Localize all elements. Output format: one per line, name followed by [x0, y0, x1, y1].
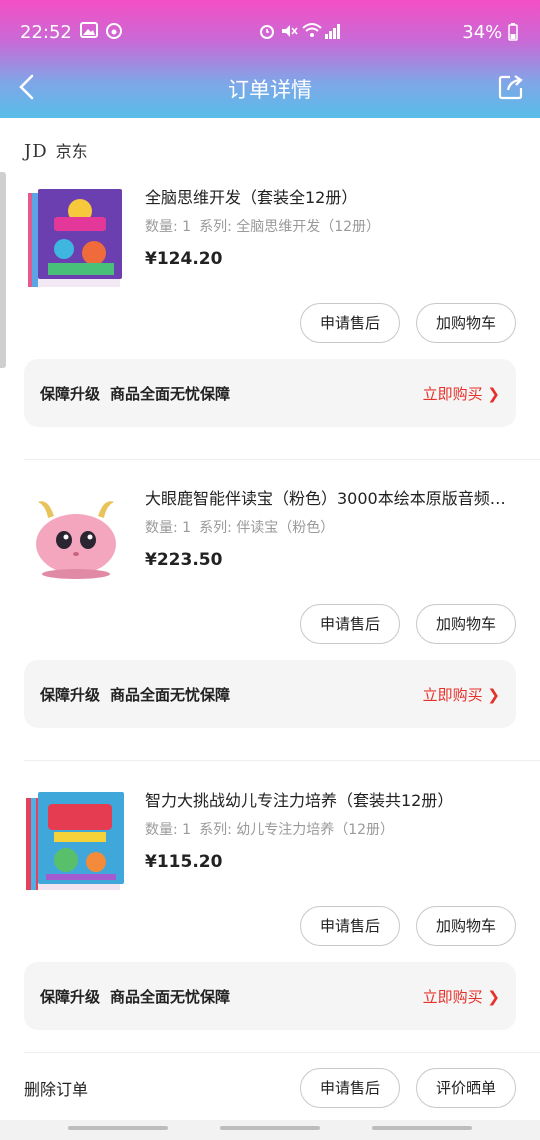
product-name[interactable]: 智力大挑战幼儿专注力培养（套装共12册） — [145, 790, 515, 812]
protection-upgrade-card[interactable]: 保障升级 商品全面无忧保障 立即购买 ❯ — [24, 962, 516, 1030]
series-label: 系列: 伴读宝（粉色） — [199, 520, 335, 536]
wifi-icon — [302, 22, 322, 45]
gallery-icon — [80, 22, 98, 43]
order-item: 大眼鹿智能伴读宝（粉色）3000本绘本原版音频… 数量: 1 系列: 伴读宝（粉色… — [0, 488, 540, 788]
sync-icon — [105, 22, 123, 45]
mute-icon — [280, 22, 298, 45]
product-meta: 数量: 1 系列: 伴读宝（粉色） — [145, 518, 334, 538]
product-image-books[interactable] — [24, 187, 128, 291]
order-item: 全脑思维开发（套装全12册） 数量: 1 系列: 全脑思维开发（12册） ¥124… — [0, 187, 540, 487]
order-item: 智力大挑战幼儿专注力培养（套装共12册） 数量: 1 系列: 幼儿专注力培养（12… — [0, 790, 540, 1090]
page-title: 订单详情 — [228, 78, 312, 102]
quantity-label: 数量: 1 — [145, 219, 192, 235]
add-to-cart-button[interactable]: 加购物车 — [416, 906, 516, 946]
buy-now-link[interactable]: 立即购买 ❯ — [423, 684, 500, 705]
app-header: 22:52 34% 订单详情 — [0, 0, 540, 118]
product-name[interactable]: 全脑思维开发（套装全12册） — [145, 187, 515, 209]
status-time: 22:52 — [20, 22, 72, 43]
item-divider — [24, 760, 540, 761]
protection-desc: 商品全面无忧保障 — [110, 686, 231, 704]
product-name[interactable]: 大眼鹿智能伴读宝（粉色）3000本绘本原版音频… — [145, 488, 515, 510]
protection-upgrade-card[interactable]: 保障升级 商品全面无忧保障 立即购买 ❯ — [24, 660, 516, 728]
protection-title: 保障升级 — [40, 686, 101, 704]
signal-icon — [324, 22, 342, 45]
series-label: 系列: 全脑思维开发（12册） — [199, 219, 381, 235]
system-nav-bar — [0, 1120, 540, 1140]
review-button[interactable]: 评价晒单 — [416, 1068, 516, 1108]
shop-logo: JD — [24, 141, 48, 162]
nav-hint-left[interactable] — [68, 1126, 168, 1130]
product-price: ¥124.20 — [145, 249, 223, 269]
add-to-cart-button[interactable]: 加购物车 — [416, 604, 516, 644]
quantity-label: 数量: 1 — [145, 520, 192, 536]
alarm-icon — [258, 22, 276, 45]
add-to-cart-button[interactable]: 加购物车 — [416, 303, 516, 343]
item-divider — [24, 1052, 540, 1053]
product-image-books[interactable] — [24, 790, 128, 894]
nav-hint-center[interactable] — [220, 1126, 320, 1130]
quantity-label: 数量: 1 — [145, 822, 192, 838]
share-icon[interactable] — [496, 72, 526, 102]
battery-percent: 34% — [462, 22, 503, 43]
product-image-reading-robot[interactable] — [24, 488, 128, 592]
product-price: ¥223.50 — [145, 550, 223, 570]
product-price: ¥115.20 — [145, 852, 223, 872]
nav-bar: 订单详情 — [0, 62, 540, 114]
series-label: 系列: 幼儿专注力培养（12册） — [199, 822, 395, 838]
buy-now-link[interactable]: 立即购买 ❯ — [423, 986, 500, 1007]
protection-desc: 商品全面无忧保障 — [110, 988, 231, 1006]
nav-hint-right[interactable] — [372, 1126, 472, 1130]
protection-title: 保障升级 — [40, 988, 101, 1006]
protection-title: 保障升级 — [40, 385, 101, 403]
protection-upgrade-card[interactable]: 保障升级 商品全面无忧保障 立即购买 ❯ — [24, 359, 516, 427]
buy-now-link[interactable]: 立即购买 ❯ — [423, 383, 500, 404]
delete-order-button[interactable]: 删除订单 — [24, 1076, 88, 1100]
status-bar: 22:52 34% — [0, 18, 540, 50]
after-sale-button[interactable]: 申请售后 — [300, 604, 400, 644]
battery-icon — [508, 23, 518, 46]
shop-name: 京东 — [55, 142, 88, 161]
after-sale-button[interactable]: 申请售后 — [300, 303, 400, 343]
after-sale-button[interactable]: 申请售后 — [300, 1068, 400, 1108]
battery-status: 34% — [462, 22, 518, 46]
item-divider — [24, 459, 540, 460]
protection-desc: 商品全面无忧保障 — [110, 385, 231, 403]
product-meta: 数量: 1 系列: 全脑思维开发（12册） — [145, 217, 380, 237]
shop-header[interactable]: JD 京东 — [24, 138, 88, 162]
product-meta: 数量: 1 系列: 幼儿专注力培养（12册） — [145, 820, 394, 840]
after-sale-button[interactable]: 申请售后 — [300, 906, 400, 946]
